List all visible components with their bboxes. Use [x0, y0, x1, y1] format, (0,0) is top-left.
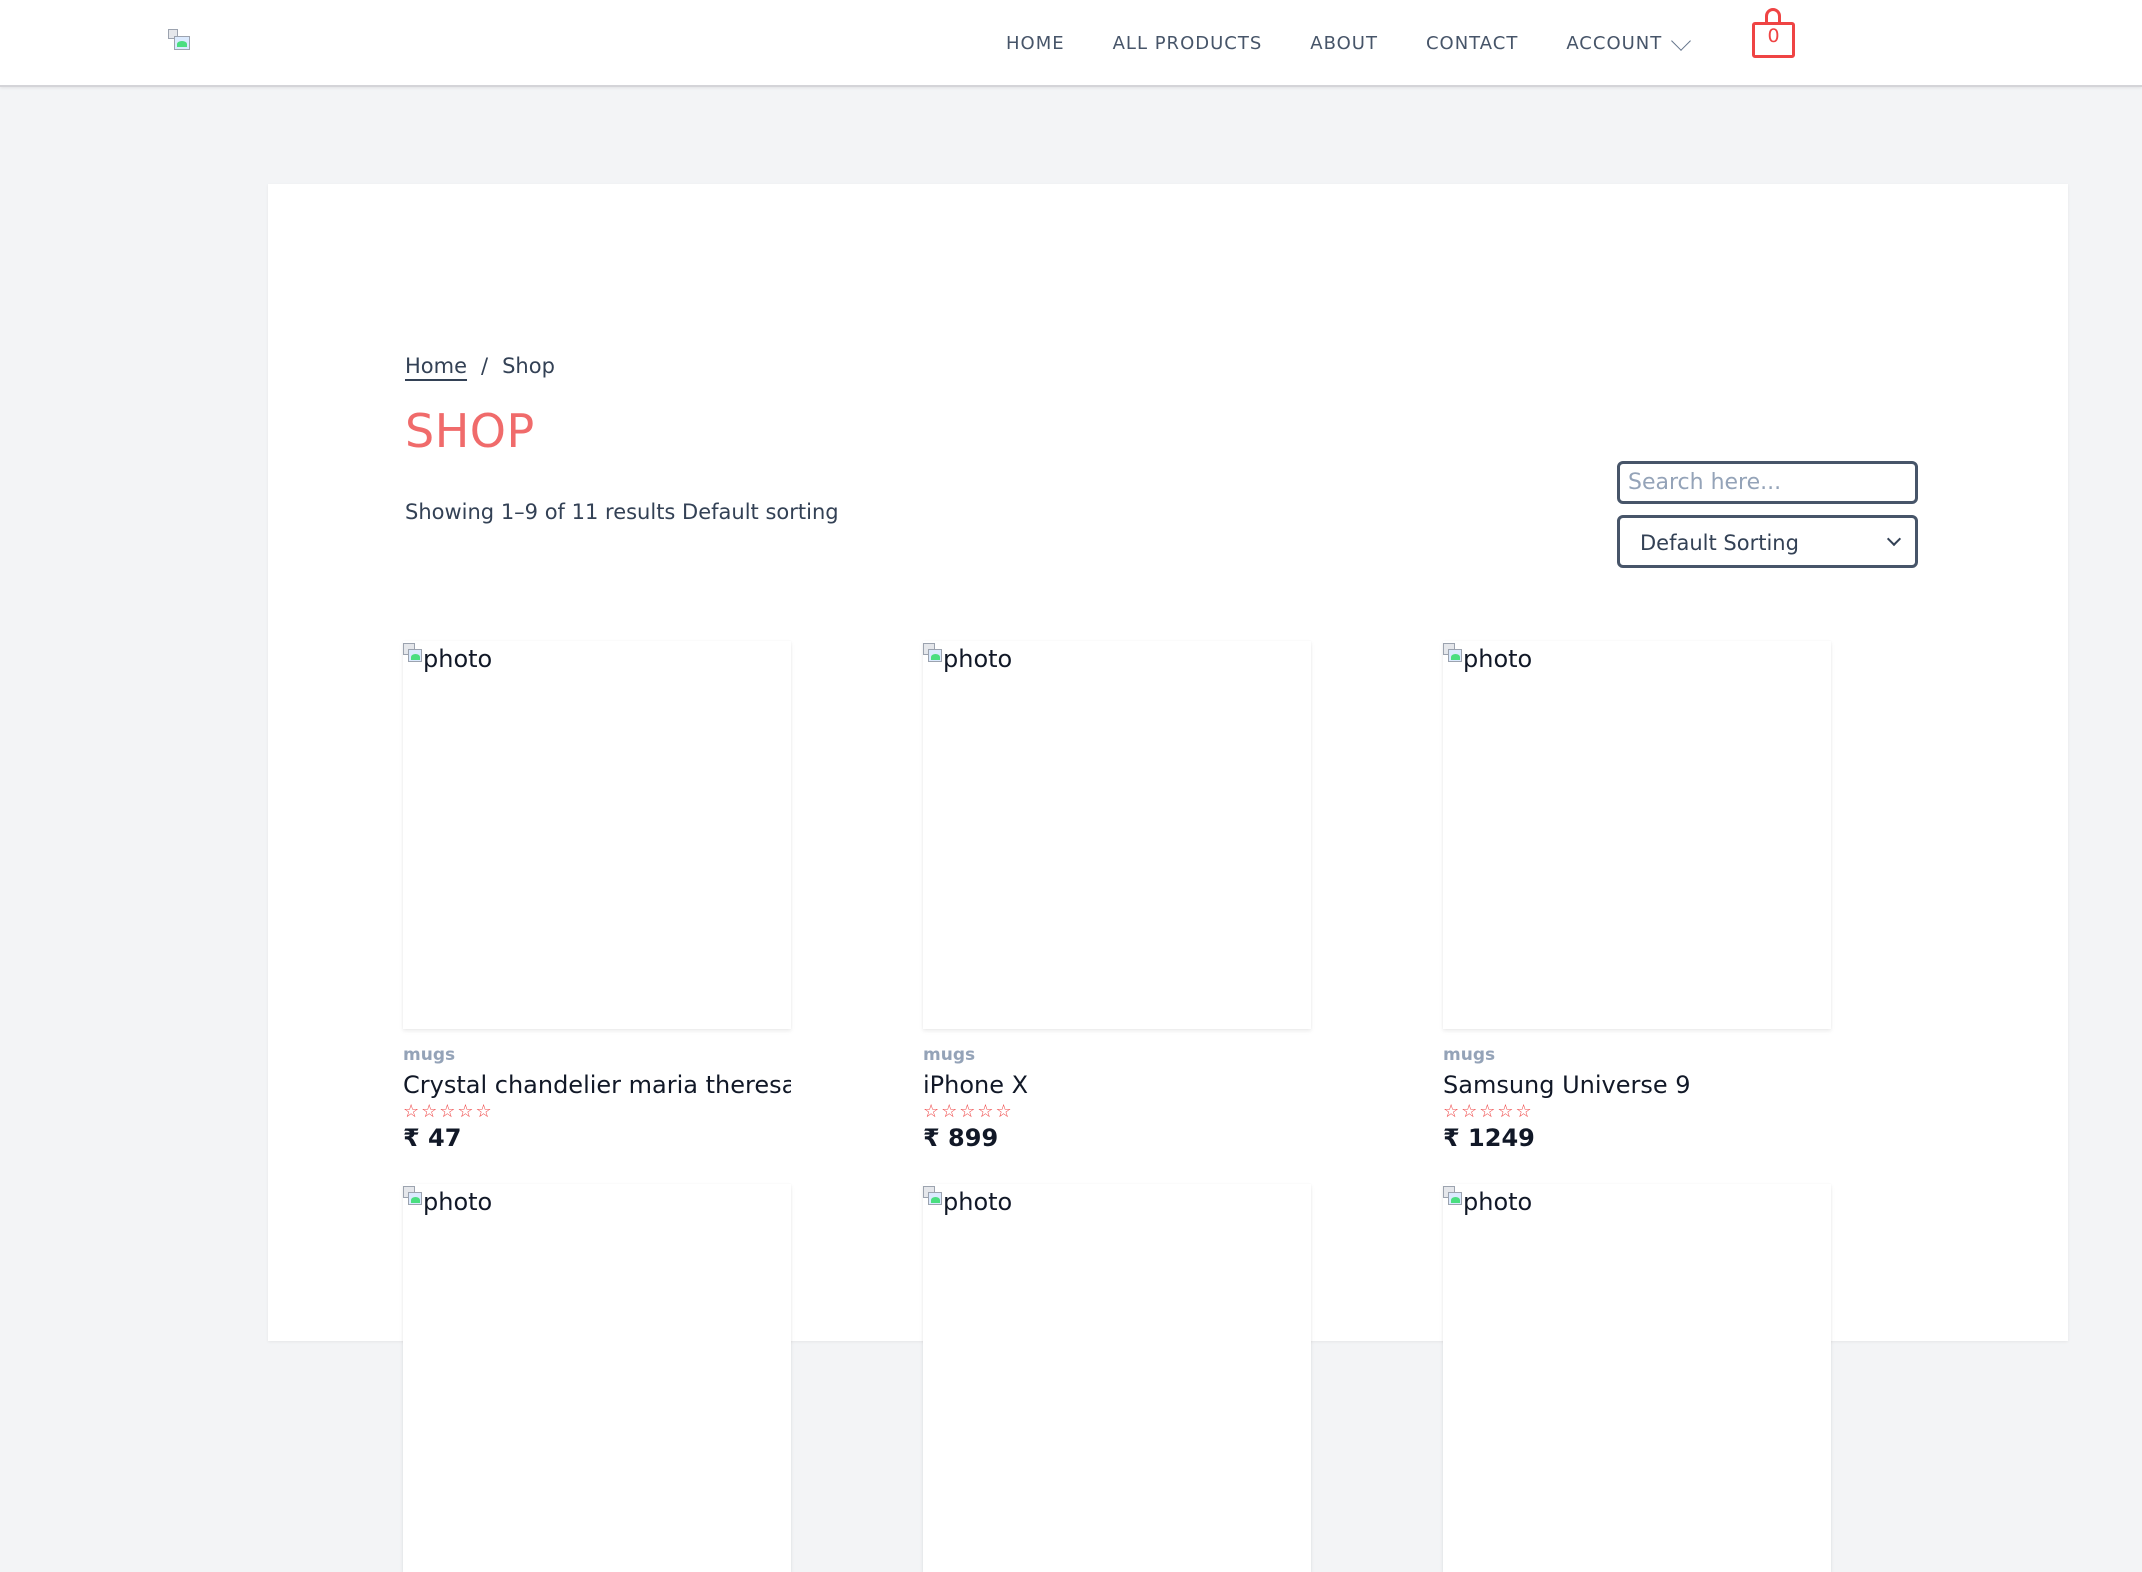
- image-alt-text: photo: [1463, 1188, 1533, 1216]
- breadcrumb: Home / Shop: [405, 354, 555, 378]
- product-card[interactable]: photo mugs iPhone X ☆☆☆☆☆ ₹ 899: [923, 641, 1311, 1153]
- broken-image-icon: [1443, 1186, 1463, 1206]
- product-category: mugs: [1443, 1045, 1496, 1065]
- product-card[interactable]: photo: [923, 1184, 1311, 1572]
- sort-select[interactable]: Default Sorting: [1617, 515, 1918, 568]
- logo-broken-image-icon[interactable]: [168, 29, 192, 51]
- product-image[interactable]: photo: [403, 1184, 791, 1572]
- product-card[interactable]: photo: [403, 1184, 791, 1572]
- product-image[interactable]: photo: [1443, 1184, 1831, 1572]
- breadcrumb-home-link[interactable]: Home: [405, 354, 467, 378]
- breadcrumb-separator: /: [481, 354, 489, 378]
- nav-contact[interactable]: CONTACT: [1426, 33, 1518, 54]
- image-alt-text: photo: [943, 1188, 1013, 1216]
- results-count-text: Showing 1–9 of 11 results Default sortin…: [405, 500, 839, 524]
- search-input[interactable]: [1617, 461, 1918, 504]
- product-image[interactable]: photo: [1443, 641, 1831, 1029]
- product-price: ₹ 899: [923, 1124, 999, 1152]
- broken-image-icon: [1443, 643, 1463, 663]
- broken-image-icon: [923, 643, 943, 663]
- product-card[interactable]: photo mugs Crystal chandelier maria ther…: [403, 641, 791, 1153]
- image-alt-text: photo: [1463, 645, 1533, 673]
- chevron-down-icon: [1886, 531, 1902, 547]
- star-rating-icon: ☆☆☆☆☆: [403, 1101, 494, 1122]
- image-alt-text: photo: [423, 645, 493, 673]
- product-price: ₹ 1249: [1443, 1124, 1535, 1152]
- star-rating-icon: ☆☆☆☆☆: [1443, 1101, 1534, 1122]
- top-navbar: HOME ALL PRODUCTS ABOUT CONTACT ACCOUNT …: [0, 0, 2142, 87]
- product-card[interactable]: photo: [1443, 1184, 1831, 1572]
- sort-select-value: Default Sorting: [1640, 531, 1799, 555]
- star-rating-icon: ☆☆☆☆☆: [923, 1101, 1014, 1122]
- product-category: mugs: [403, 1045, 456, 1065]
- product-name[interactable]: Samsung Universe 9: [1443, 1071, 1831, 1099]
- cart-count-badge: 0: [1767, 25, 1780, 47]
- cart-button[interactable]: 0: [1752, 8, 1796, 60]
- product-image[interactable]: photo: [923, 641, 1311, 1029]
- product-card[interactable]: photo mugs Samsung Universe 9 ☆☆☆☆☆ ₹ 12…: [1443, 641, 1831, 1153]
- nav-home[interactable]: HOME: [1006, 33, 1065, 54]
- main-nav: HOME ALL PRODUCTS ABOUT CONTACT ACCOUNT: [1006, 30, 1692, 54]
- nav-all-products[interactable]: ALL PRODUCTS: [1113, 33, 1263, 54]
- breadcrumb-current: Shop: [502, 354, 555, 378]
- broken-image-icon: [403, 1186, 423, 1206]
- broken-image-icon: [403, 643, 423, 663]
- product-image[interactable]: photo: [923, 1184, 1311, 1572]
- chevron-down-icon[interactable]: [1671, 30, 1692, 51]
- product-price: ₹ 47: [403, 1124, 462, 1152]
- image-alt-text: photo: [943, 645, 1013, 673]
- product-name[interactable]: Crystal chandelier maria theresa for: [403, 1071, 791, 1099]
- image-alt-text: photo: [423, 1188, 493, 1216]
- product-image[interactable]: photo: [403, 641, 791, 1029]
- broken-image-icon: [923, 1186, 943, 1206]
- nav-account[interactable]: ACCOUNT: [1566, 33, 1662, 54]
- nav-about[interactable]: ABOUT: [1310, 33, 1378, 54]
- product-category: mugs: [923, 1045, 976, 1065]
- page-title: SHOP: [405, 404, 535, 458]
- product-name[interactable]: iPhone X: [923, 1071, 1311, 1099]
